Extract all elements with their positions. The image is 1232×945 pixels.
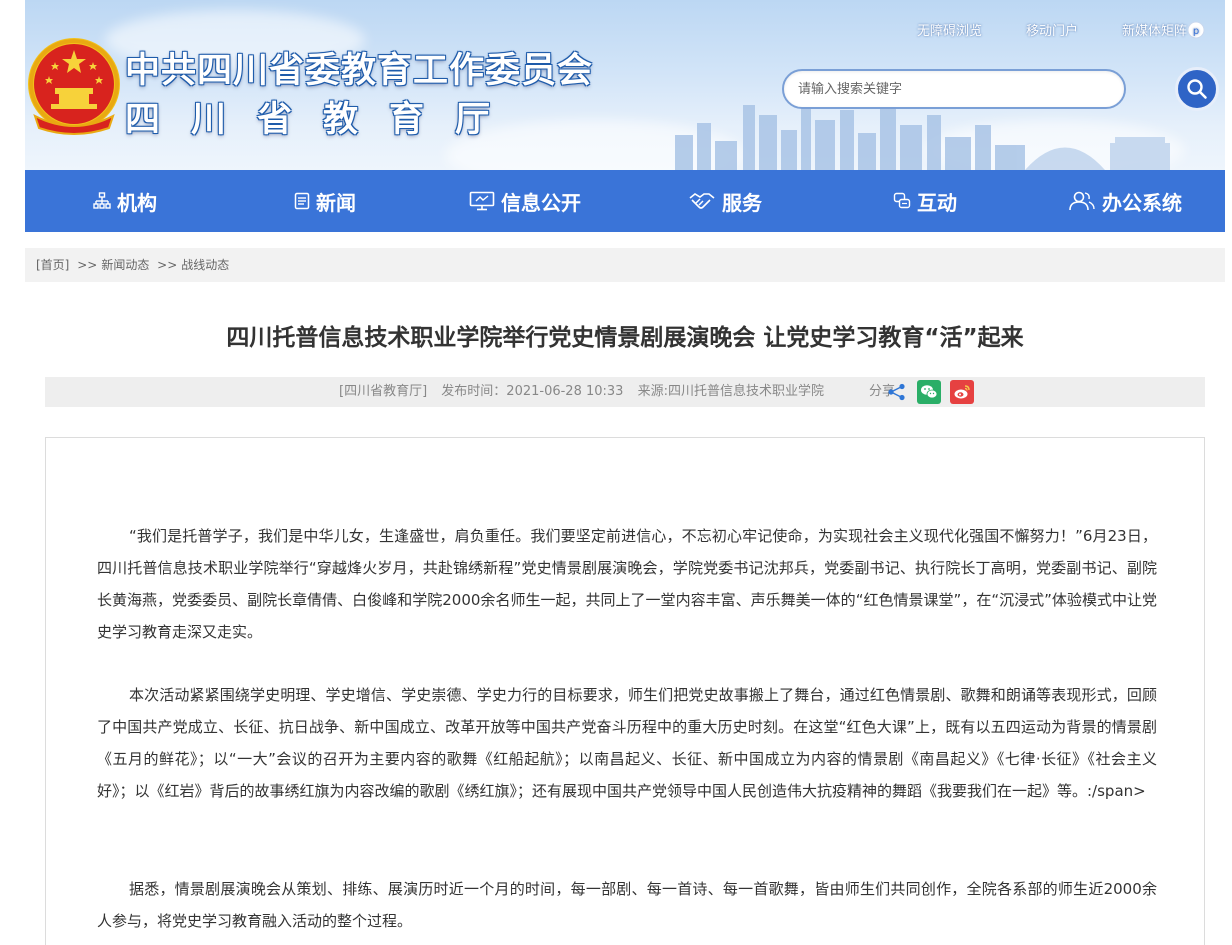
breadcrumb-separator: >> xyxy=(77,258,98,272)
breadcrumb-home[interactable]: [首页] xyxy=(36,258,69,272)
nav-label: 新闻 xyxy=(316,190,356,215)
weibo-share-button[interactable] xyxy=(950,380,974,404)
nav-label: 互动 xyxy=(917,190,957,215)
article-meta: [四川省教育厅] 发布时间：2021-06-28 10:33 来源:四川托普信息… xyxy=(45,377,1205,407)
handshake-icon xyxy=(689,193,715,209)
accessibility-link[interactable]: 无障碍浏览 xyxy=(917,20,982,39)
new-media-matrix-link[interactable]: 新媒体矩阵 p xyxy=(1122,20,1205,39)
users-icon xyxy=(1069,191,1095,211)
nav-label: 办公系统 xyxy=(1102,190,1182,215)
nav-label: 信息公开 xyxy=(501,190,581,215)
newspaper-icon xyxy=(294,192,310,210)
nav-item-interaction[interactable]: 互动 xyxy=(825,170,1025,232)
meta-publish-time: 发布时间：2021-06-28 10:33 xyxy=(441,384,624,399)
search-box xyxy=(782,69,1126,109)
nav-item-org[interactable]: 机构 xyxy=(25,170,225,232)
chat-icon xyxy=(893,192,911,209)
wechat-share-button[interactable] xyxy=(917,380,941,404)
main-nav: 机构 新闻 信息公开 服务 互动 办公系统 xyxy=(25,170,1225,232)
article-paragraph: “我们是托普学子，我们是中华儿女，生逢盛世，肩负重任。我们要坚定前进信心，不忘初… xyxy=(97,527,1157,641)
mobile-portal-link[interactable]: 移动门户 xyxy=(1026,20,1078,39)
article-paragraph: 本次活动紧紧围绕学史明理、学史增信、学史崇德、学史力行的目标要求，师生们把党史故… xyxy=(97,686,1157,800)
top-links: 无障碍浏览 移动门户 新媒体矩阵 p xyxy=(873,20,1205,39)
svg-text:p: p xyxy=(1193,26,1199,37)
nav-item-news[interactable]: 新闻 xyxy=(225,170,425,232)
share-icon[interactable] xyxy=(887,383,907,401)
nav-item-service[interactable]: 服务 xyxy=(625,170,825,232)
breadcrumb-front-line[interactable]: 战线动态 xyxy=(181,258,229,272)
nav-item-info-disclosure[interactable]: 信息公开 xyxy=(425,170,625,232)
meta-source: 来源:四川托普信息技术职业学院 xyxy=(637,384,824,399)
weibo-icon xyxy=(954,385,970,399)
article-paragraph: 据悉，情景剧展演晚会从策划、排练、展演历时近一个月的时间，每一部剧、每一首诗、每… xyxy=(97,880,1157,930)
breadcrumb-separator: >> xyxy=(157,258,178,272)
breadcrumb-news[interactable]: 新闻动态 xyxy=(101,258,149,272)
search-icon xyxy=(1187,79,1207,99)
monitor-icon xyxy=(469,191,495,211)
org-chart-icon xyxy=(93,192,111,209)
dept-title: 四川省教育厅 xyxy=(125,100,522,140)
org-title: 中共四川省委教育工作委员会 xyxy=(125,51,594,91)
wechat-icon xyxy=(921,385,938,399)
nav-label: 机构 xyxy=(117,190,157,215)
search-button[interactable] xyxy=(1175,67,1219,111)
meta-site: [四川省教育厅] xyxy=(339,384,428,399)
national-emblem-icon xyxy=(28,38,120,135)
article-content: “我们是托普学子，我们是中华儿女，生逢盛世，肩负重任。我们要坚定前进信心，不忘初… xyxy=(45,437,1205,945)
search-input[interactable] xyxy=(782,69,1126,109)
breadcrumb: [首页] >> 新闻动态 >> 战线动态 xyxy=(25,248,1225,282)
nav-label: 服务 xyxy=(722,190,762,215)
nav-item-office-system[interactable]: 办公系统 xyxy=(1025,170,1225,232)
weibo-mini-icon: p xyxy=(1187,21,1205,38)
article-title: 四川托普信息技术职业学院举行党史情景剧展演晚会 让党史学习教育“活”起来 xyxy=(226,325,1024,351)
new-media-matrix-label: 新媒体矩阵 xyxy=(1121,24,1187,39)
